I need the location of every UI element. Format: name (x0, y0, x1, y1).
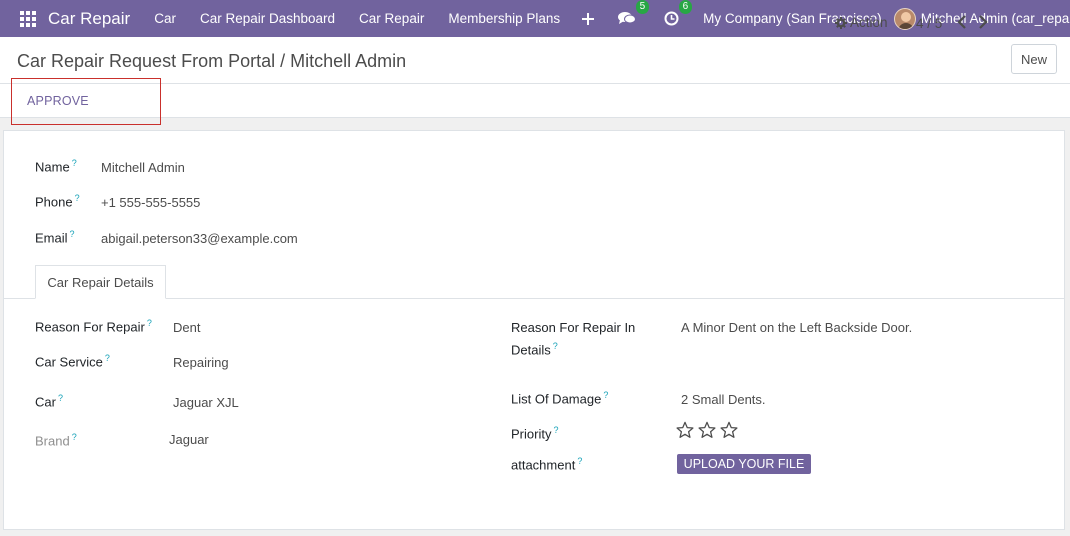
chevron-left-icon[interactable] (955, 13, 969, 31)
menu-car-repair-dashboard[interactable]: Car Repair Dashboard (200, 11, 335, 26)
reason-details-label: Reason For Repair In Details? (511, 320, 636, 358)
star-icon[interactable] (698, 421, 716, 439)
plus-icon[interactable] (582, 12, 595, 25)
menu-car-repair[interactable]: Car Repair (359, 11, 424, 26)
help-icon[interactable]: ? (553, 341, 558, 351)
damage-label: List Of Damage? (511, 390, 609, 407)
reason-field[interactable]: Dent (173, 320, 200, 335)
brand-field: Jaguar (169, 432, 209, 447)
name-field[interactable]: Mitchell Admin (101, 160, 185, 175)
approve-button[interactable]: APPROVE (27, 94, 89, 108)
breadcrumb-separator: / (275, 51, 291, 71)
menu-car[interactable]: Car (154, 11, 176, 26)
avatar[interactable] (893, 7, 916, 30)
email-field[interactable]: abigail.peterson33@example.com (101, 231, 298, 246)
help-icon[interactable]: ? (603, 390, 608, 400)
reason-details-field[interactable]: A Minor Dent on the Left Backside Door. (681, 320, 912, 335)
star-icon[interactable] (676, 421, 694, 439)
help-icon[interactable]: ? (58, 393, 63, 403)
phone-label: Phone? (35, 193, 80, 210)
name-label: Name? (35, 158, 77, 175)
breadcrumb-current: Mitchell Admin (290, 51, 407, 71)
car-label: Car? (35, 393, 63, 410)
control-panel: Car Repair Request From Portal / Mitchel… (0, 37, 1070, 84)
gear-icon (835, 16, 847, 29)
activities-badge: 6 (678, 0, 693, 14)
new-button[interactable]: New (1011, 44, 1057, 74)
chat-icon[interactable]: 5 (618, 0, 650, 26)
help-icon[interactable]: ? (72, 158, 77, 168)
apps-grid-icon[interactable] (20, 10, 36, 27)
help-icon[interactable]: ? (75, 193, 80, 203)
pager-value[interactable]: 4 / 5 (916, 16, 942, 31)
car-field[interactable]: Jaguar XJL (173, 395, 239, 410)
help-icon[interactable]: ? (70, 229, 75, 239)
chevron-right-icon[interactable] (976, 13, 990, 31)
brand-label: Brand? (35, 432, 77, 449)
damage-field[interactable]: 2 Small Dents. (681, 392, 766, 407)
help-icon[interactable]: ? (105, 353, 110, 363)
app-name[interactable]: Car Repair (48, 9, 130, 29)
attachment-label: attachment? (511, 456, 583, 473)
car-service-field[interactable]: Repairing (173, 355, 229, 370)
upload-file-button[interactable]: UPLOAD YOUR FILE (677, 454, 811, 474)
help-icon[interactable]: ? (72, 432, 77, 442)
phone-field[interactable]: +1 555-555-5555 (101, 195, 200, 210)
clock-icon[interactable]: 6 (664, 0, 693, 26)
messages-badge: 5 (635, 0, 650, 14)
help-icon[interactable]: ? (553, 425, 558, 435)
breadcrumb-parent[interactable]: Car Repair Request From Portal (17, 51, 275, 71)
priority-widget (676, 421, 738, 439)
email-label: Email? (35, 229, 75, 246)
action-label: Action (850, 15, 888, 30)
action-button[interactable]: Action (835, 15, 888, 30)
help-icon[interactable]: ? (577, 456, 582, 466)
tab-car-repair-details[interactable]: Car Repair Details (35, 265, 166, 299)
user-menu[interactable]: Mitchell Admin (car_repair_de (921, 11, 1070, 26)
top-navbar: Car Repair Car Car Repair Dashboard Car … (0, 0, 1070, 37)
help-icon[interactable]: ? (147, 318, 152, 328)
star-icon[interactable] (720, 421, 738, 439)
menu-membership-plans[interactable]: Membership Plans (448, 11, 560, 26)
reason-label: Reason For Repair? (35, 318, 152, 335)
car-service-label: Car Service? (35, 353, 110, 370)
breadcrumb: Car Repair Request From Portal / Mitchel… (17, 51, 406, 72)
priority-label: Priority? (511, 425, 559, 442)
